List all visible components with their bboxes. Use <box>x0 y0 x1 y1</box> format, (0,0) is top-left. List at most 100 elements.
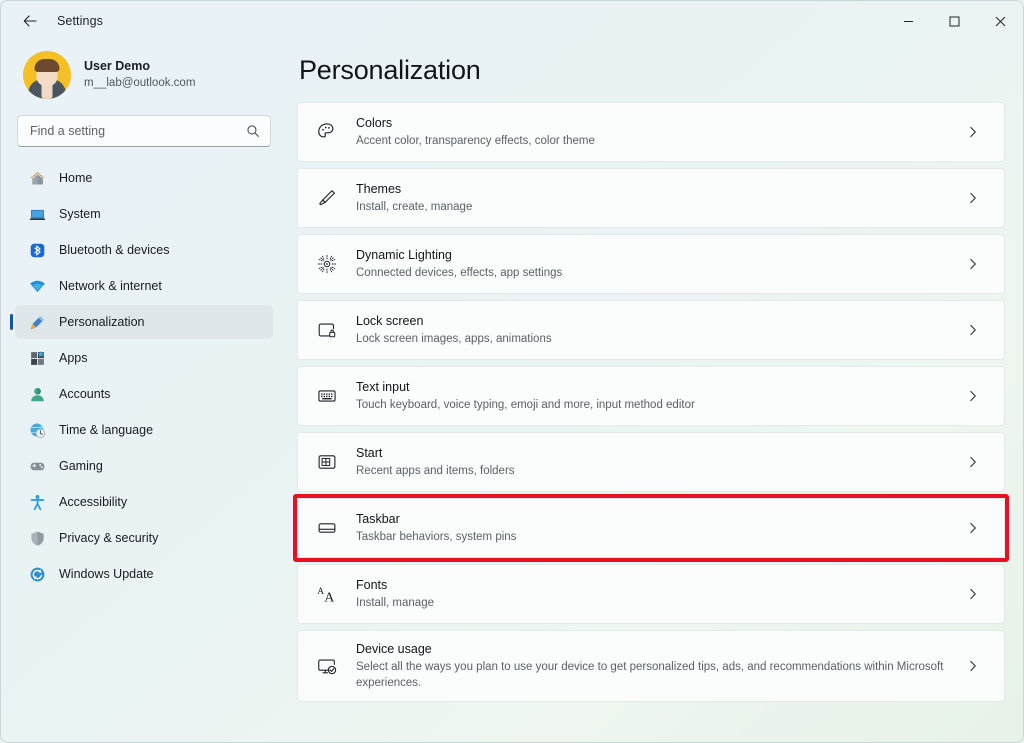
search-box[interactable] <box>17 115 271 147</box>
clock-globe-icon <box>28 421 46 439</box>
close-icon <box>995 16 1005 26</box>
sidebar-item-label: Home <box>59 171 93 185</box>
sidebar-item-home[interactable]: Home <box>15 161 273 195</box>
card-subtitle: Touch keyboard, voice typing, emoji and … <box>356 399 695 412</box>
fonts-aa-icon: A A <box>298 582 356 606</box>
back-button[interactable] <box>13 6 47 36</box>
settings-card-lock-screen[interactable]: Lock screen Lock screen images, apps, an… <box>297 300 1005 360</box>
card-title: Colors <box>356 116 393 131</box>
sidebar-item-accessibility[interactable]: Accessibility <box>15 485 273 519</box>
profile-name: User Demo <box>84 59 150 74</box>
keyboard-icon <box>298 385 356 407</box>
sidebar-item-windows-update[interactable]: Windows Update <box>15 557 273 591</box>
main-content: Personalization Colors Accent color, tra… <box>289 41 1023 742</box>
card-subtitle: Install, create, manage <box>356 201 473 214</box>
avatar <box>23 51 71 99</box>
card-subtitle: Connected devices, effects, app settings <box>356 267 563 280</box>
card-subtitle: Recent apps and items, folders <box>356 465 515 478</box>
settings-card-taskbar[interactable]: Taskbar Taskbar behaviors, system pins <box>297 498 1005 558</box>
settings-window: Settings User Demo m__lab@outlook.com Fi… <box>0 0 1024 743</box>
window-title: Settings <box>57 14 103 28</box>
sidebar-item-label: Accessibility <box>59 495 128 509</box>
gamepad-icon <box>28 457 46 475</box>
settings-card-dynamic-lighting[interactable]: Dynamic Lighting Connected devices, effe… <box>297 234 1005 294</box>
chevron-right-icon <box>962 125 984 139</box>
palette-icon <box>298 121 356 143</box>
sidebar-item-label: Personalization <box>59 315 145 329</box>
sidebar-item-label: Bluetooth & devices <box>59 243 170 257</box>
sidebar-item-apps[interactable]: Apps <box>15 341 273 375</box>
paintbrush-icon <box>298 187 356 209</box>
sidebar-nav: Home System Bluetooth & devices Network … <box>10 159 273 591</box>
sidebar-item-privacy-security[interactable]: Privacy & security <box>15 521 273 555</box>
lighting-burst-icon <box>298 253 356 275</box>
taskbar-icon <box>298 517 356 539</box>
chevron-right-icon <box>962 521 984 535</box>
minimize-icon <box>903 20 913 22</box>
apps-icon <box>28 349 46 367</box>
card-title: Device usage <box>356 641 432 656</box>
sidebar-item-label: Apps <box>59 351 88 365</box>
card-title: Themes <box>356 182 402 197</box>
bluetooth-icon <box>28 241 46 259</box>
shield-icon <box>28 529 46 547</box>
profile-email: m__lab@outlook.com <box>84 77 196 90</box>
sidebar-item-label: Time & language <box>59 423 154 437</box>
search-icon <box>247 125 259 137</box>
settings-card-fonts[interactable]: A A Fonts Install, manage <box>297 564 1005 624</box>
sidebar-item-label: Network & internet <box>59 279 162 293</box>
svg-text:A: A <box>324 590 335 605</box>
settings-card-text-input[interactable]: Text input Touch keyboard, voice typing,… <box>297 366 1005 426</box>
card-title: Taskbar <box>356 512 400 527</box>
chevron-right-icon <box>962 323 984 337</box>
back-arrow-icon <box>23 15 37 27</box>
minimize-button[interactable] <box>885 1 931 41</box>
card-title: Fonts <box>356 578 388 593</box>
svg-text:A: A <box>317 587 324 597</box>
maximize-icon <box>949 16 959 26</box>
close-button[interactable] <box>977 1 1023 41</box>
window-controls <box>885 1 1023 41</box>
wifi-icon <box>28 277 46 295</box>
settings-card-device-usage[interactable]: Device usage Select all the ways you pla… <box>297 630 1005 702</box>
chevron-right-icon <box>962 257 984 271</box>
sidebar-item-network-internet[interactable]: Network & internet <box>15 269 273 303</box>
maximize-button[interactable] <box>931 1 977 41</box>
settings-card-colors[interactable]: Colors Accent color, transparency effect… <box>297 102 1005 162</box>
update-icon <box>28 565 46 583</box>
search-input[interactable] <box>30 124 246 138</box>
sidebar-item-label: Windows Update <box>59 567 154 581</box>
lock-screen-icon <box>298 319 356 341</box>
sidebar-item-label: Privacy & security <box>59 531 159 545</box>
chevron-right-icon <box>962 659 984 673</box>
chevron-right-icon <box>962 455 984 469</box>
sidebar-item-system[interactable]: System <box>15 197 273 231</box>
card-subtitle: Install, manage <box>356 597 434 610</box>
chevron-right-icon <box>962 191 984 205</box>
card-subtitle: Lock screen images, apps, animations <box>356 333 552 346</box>
settings-card-start[interactable]: Start Recent apps and items, folders <box>297 432 1005 492</box>
sidebar-item-label: System <box>59 207 101 221</box>
title-bar: Settings <box>1 1 1023 41</box>
sidebar-item-gaming[interactable]: Gaming <box>15 449 273 483</box>
card-subtitle: Select all the ways you plan to use your… <box>356 660 944 690</box>
card-subtitle: Taskbar behaviors, system pins <box>356 531 517 544</box>
chevron-right-icon <box>962 389 984 403</box>
sidebar-item-personalization[interactable]: Personalization <box>10 305 273 339</box>
device-usage-icon <box>298 655 356 677</box>
user-profile[interactable]: User Demo m__lab@outlook.com <box>15 41 273 113</box>
card-subtitle: Accent color, transparency effects, colo… <box>356 135 595 148</box>
sidebar-item-accounts[interactable]: Accounts <box>15 377 273 411</box>
sidebar-item-bluetooth-devices[interactable]: Bluetooth & devices <box>15 233 273 267</box>
home-icon <box>28 169 46 187</box>
settings-card-themes[interactable]: Themes Install, create, manage <box>297 168 1005 228</box>
sidebar-item-label: Accounts <box>59 387 111 401</box>
account-icon <box>28 385 46 403</box>
window-content: User Demo m__lab@outlook.com Find a sett… <box>1 41 1023 742</box>
sidebar-item-label: Gaming <box>59 459 103 473</box>
card-title: Text input <box>356 380 410 395</box>
sidebar-item-time-language[interactable]: Time & language <box>15 413 273 447</box>
system-icon <box>28 205 46 223</box>
chevron-right-icon <box>962 587 984 601</box>
card-title: Lock screen <box>356 314 424 329</box>
